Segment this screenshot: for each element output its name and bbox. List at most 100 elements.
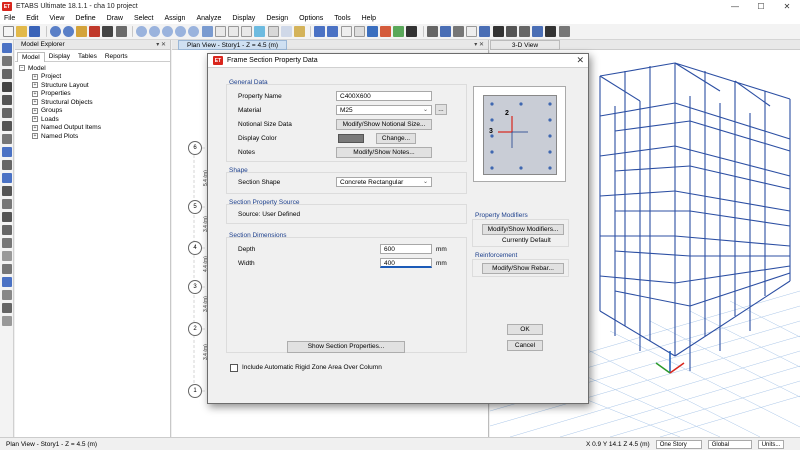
- set-display-icon[interactable]: [280, 26, 292, 37]
- move-down-icon[interactable]: [327, 26, 339, 37]
- draw-beam-icon[interactable]: [2, 108, 12, 118]
- ok-button[interactable]: OK: [507, 324, 543, 335]
- select-pointer-icon[interactable]: [2, 43, 12, 53]
- coordinate-system-select[interactable]: Global: [707, 439, 752, 449]
- draw-joint-icon[interactable]: [2, 69, 12, 79]
- notional-size-button[interactable]: Modify/Show Notional Size...: [336, 119, 432, 130]
- menu-file[interactable]: File: [4, 15, 15, 22]
- pointer-icon[interactable]: [115, 26, 127, 37]
- menu-view[interactable]: View: [49, 15, 64, 22]
- property-name-input[interactable]: C400X600: [336, 91, 432, 101]
- section-shape-select[interactable]: Concrete Rectangular ⌄: [336, 177, 432, 187]
- expand-icon[interactable]: +: [32, 73, 38, 80]
- refresh-icon[interactable]: [75, 26, 87, 37]
- draw-opening-icon[interactable]: [2, 173, 12, 183]
- intersection-snap-icon[interactable]: [2, 264, 12, 274]
- display-deformed-icon[interactable]: [366, 26, 378, 37]
- display-loads-icon[interactable]: [353, 26, 365, 37]
- run-analysis-icon[interactable]: [102, 26, 114, 37]
- save-icon[interactable]: [29, 26, 41, 37]
- draw-tendon-icon[interactable]: [2, 199, 12, 209]
- draw-wall-icon[interactable]: [2, 160, 12, 170]
- draw-link-icon[interactable]: [2, 186, 12, 196]
- cancel-button[interactable]: Cancel: [507, 340, 543, 351]
- plan-view-icon[interactable]: [228, 26, 239, 37]
- menu-analyze[interactable]: Analyze: [196, 15, 221, 22]
- rigid-zone-checkbox[interactable]: [230, 364, 238, 372]
- 3d-view-icon[interactable]: [214, 26, 226, 37]
- quick-draw-icon[interactable]: [2, 121, 12, 131]
- new-model-icon[interactable]: [3, 26, 14, 37]
- get-previous-icon[interactable]: [2, 290, 12, 300]
- maximize-button[interactable]: ☐: [748, 0, 774, 13]
- extra-tool-icon[interactable]: [2, 316, 12, 326]
- menu-display[interactable]: Display: [232, 15, 255, 22]
- expand-icon[interactable]: +: [32, 99, 38, 106]
- tab-reports[interactable]: Reports: [101, 52, 132, 62]
- pan-icon[interactable]: [201, 26, 213, 37]
- tab-model[interactable]: Model: [17, 52, 45, 62]
- menu-select[interactable]: Select: [134, 15, 153, 22]
- panel-close-icon[interactable]: ▾ ✕: [156, 41, 166, 48]
- grid-bubble[interactable]: 3: [188, 280, 202, 294]
- zoom-out-icon[interactable]: [162, 26, 174, 37]
- tree-item-named-plots[interactable]: + Named Plots: [19, 132, 170, 141]
- move-up-icon[interactable]: [314, 26, 326, 37]
- menu-edit[interactable]: Edit: [26, 15, 38, 22]
- tree-item-properties[interactable]: + Properties: [19, 90, 170, 99]
- menu-help[interactable]: Help: [362, 15, 376, 22]
- tab-tables[interactable]: Tables: [74, 52, 101, 62]
- material-select[interactable]: M25 ⌄: [336, 105, 432, 115]
- menu-assign[interactable]: Assign: [164, 15, 185, 22]
- show-section-properties-button[interactable]: Show Section Properties...: [287, 341, 405, 353]
- draw-reference-icon[interactable]: [2, 238, 12, 248]
- story-select[interactable]: One Story: [655, 439, 702, 449]
- tree-item-groups[interactable]: + Groups: [19, 107, 170, 116]
- draw-dimension-icon[interactable]: [2, 225, 12, 235]
- clear-selection-icon[interactable]: [2, 303, 12, 313]
- draw-floor-icon[interactable]: [2, 147, 12, 157]
- display-color-swatch[interactable]: [338, 134, 364, 143]
- tree-item-structural-objects[interactable]: + Structural Objects: [19, 98, 170, 107]
- dialog-close-icon[interactable]: ✕: [576, 55, 584, 66]
- tab-plan-view[interactable]: Plan View - Story1 - Z = 4.5 (m): [178, 40, 288, 50]
- depth-input[interactable]: 600: [380, 244, 432, 254]
- draw-column-icon[interactable]: [2, 95, 12, 105]
- change-color-button[interactable]: Change...: [376, 133, 416, 144]
- tab-display[interactable]: Display: [45, 52, 74, 62]
- perspective-icon[interactable]: [267, 26, 279, 37]
- redo-icon[interactable]: [62, 26, 74, 37]
- draw-brace-icon[interactable]: [479, 26, 491, 37]
- display-undeformed-icon[interactable]: [340, 26, 352, 37]
- display-forces-icon[interactable]: [380, 26, 392, 37]
- minimize-button[interactable]: —: [722, 0, 748, 13]
- select-all-icon[interactable]: [2, 277, 12, 287]
- lock-icon[interactable]: [89, 26, 101, 37]
- draw-frame-icon[interactable]: [439, 26, 451, 37]
- menu-draw[interactable]: Draw: [107, 15, 123, 22]
- grid-bubble[interactable]: 6: [188, 141, 202, 155]
- draw-line-icon[interactable]: [2, 82, 12, 92]
- menu-tools[interactable]: Tools: [334, 15, 350, 22]
- draw-joint-icon[interactable]: [426, 26, 438, 37]
- width-input[interactable]: 400: [380, 258, 432, 268]
- object-shrink-icon[interactable]: [293, 26, 305, 37]
- zoom-all-icon[interactable]: [175, 26, 187, 37]
- tree-item-named-output-items[interactable]: + Named Output Items: [19, 124, 170, 133]
- draw-dimension-icon[interactable]: [532, 26, 544, 37]
- rotate-view-icon[interactable]: [254, 26, 266, 37]
- draw-link-icon[interactable]: [518, 26, 530, 37]
- menu-options[interactable]: Options: [299, 15, 323, 22]
- snap-options-icon[interactable]: [545, 26, 557, 37]
- modify-rebar-button[interactable]: Modify/Show Rebar...: [482, 263, 564, 274]
- undo-icon[interactable]: [49, 26, 61, 37]
- tree-item-model[interactable]: − Model: [19, 64, 170, 73]
- draw-beam-icon[interactable]: [466, 26, 478, 37]
- close-button[interactable]: ✕: [774, 0, 800, 13]
- menu-define[interactable]: Define: [75, 15, 95, 22]
- elevation-view-icon[interactable]: [241, 26, 253, 37]
- collapse-icon[interactable]: −: [19, 65, 25, 72]
- open-file-icon[interactable]: [16, 26, 28, 37]
- expand-icon[interactable]: +: [32, 124, 38, 131]
- expand-icon[interactable]: +: [32, 133, 38, 140]
